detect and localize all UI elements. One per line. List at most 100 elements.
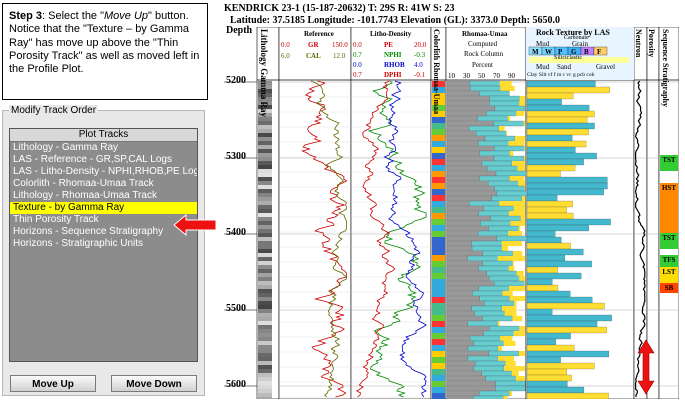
plot-track-item[interactable]: Lithology - Gamma Ray: [10, 142, 197, 154]
step-label: Step 3: [9, 10, 43, 22]
rock-column-segment: [478, 285, 509, 292]
rock-column-segment: [446, 320, 468, 327]
plot-track-item[interactable]: Lithology - Rhomaa-Umaa Track: [10, 190, 197, 202]
rock-column-segment: [482, 260, 513, 267]
plot-track-item[interactable]: Horizons - Sequence Stratigraphy: [10, 226, 197, 238]
modify-track-order-panel: Modify Track Order Plot Tracks Lithology…: [2, 105, 205, 396]
rock-texture-bar: [526, 182, 608, 190]
colorlith-cell: [432, 351, 445, 357]
rock-column-segment: [513, 331, 525, 336]
depth-label: 5200: [226, 75, 246, 86]
lithology-cell: [258, 345, 272, 349]
rock-column-segment: [479, 150, 510, 157]
rock-column-segment: [504, 311, 517, 316]
rock-texture-bar: [526, 92, 574, 100]
rock-column-segment: [487, 180, 519, 187]
colorlith-cell: [432, 345, 445, 351]
lithology-cell: [258, 281, 272, 285]
lithology-cell: [258, 277, 272, 281]
colorlith-cell: [432, 369, 445, 375]
rock-column-segment: [505, 361, 516, 366]
rock-column-segment: [524, 281, 525, 286]
rock-column-segment: [478, 210, 509, 217]
colorlith-cell: [432, 291, 445, 297]
rock-column-segment: [446, 365, 475, 372]
plot-track-item[interactable]: Horizons - Stratigraphic Units: [10, 238, 197, 250]
well-location: Latitude: 37.5185 Longitude: -101.7743 E…: [230, 15, 560, 26]
rock-column-segment: [446, 190, 497, 197]
lithology-cell: [258, 329, 272, 333]
lithology-cell: [258, 141, 272, 145]
plot-track-item[interactable]: Thin Porosity Track: [10, 214, 197, 226]
rock-texture-bar: [526, 266, 558, 274]
rock-column-segment: [473, 395, 504, 399]
callout-text-1: : Select the ": [42, 10, 105, 22]
rock-column-segment: [446, 325, 490, 332]
plot-tracks-list[interactable]: Plot Tracks Lithology - Gamma Ray LAS - R…: [9, 128, 198, 362]
rock-column-segment: [519, 326, 525, 331]
litho-density-min: 0.0: [353, 61, 362, 69]
rock-column-segment: [446, 160, 483, 167]
lithology-cell: [258, 393, 272, 397]
rock-column-segment: [446, 355, 468, 362]
rock-column-segment: [446, 120, 494, 127]
colorlith-cell: [432, 357, 445, 363]
rock-column-segment: [488, 225, 519, 232]
rock-column-segment: [446, 170, 497, 177]
rock-column-segment: [446, 185, 495, 192]
rock-column-segment: [446, 195, 492, 202]
gr-max: 150.0: [332, 41, 348, 49]
rock-column-segment: [518, 226, 521, 231]
lithology-cell: [258, 249, 272, 253]
siliciclastic-label: Siliciclastic: [554, 55, 582, 61]
rock-texture-bar: [526, 200, 573, 208]
rock-column-segment: [519, 276, 525, 281]
rock-column-segment: [508, 231, 523, 236]
litho-density-max: -0.3: [414, 51, 426, 59]
lithology-cell: [258, 197, 272, 201]
lithology-cell: [258, 169, 272, 173]
lithology-cell: [258, 125, 272, 129]
rock-texture-bar: [526, 164, 576, 172]
colorlith-cell: [432, 183, 445, 189]
plot-track-item[interactable]: LAS - Litho-Density - NPHI,RHOB,PE Logs: [10, 166, 197, 178]
rock-column-segment: [478, 265, 509, 272]
rock-texture-bar: [526, 86, 610, 94]
sequence-track-title: Sequence Stratigraphy: [661, 29, 670, 107]
rock-texture-bar: [526, 314, 612, 322]
rock-texture-bar: [526, 140, 587, 148]
rock-column-segment: [495, 380, 526, 387]
rock-column-segment: [446, 350, 489, 357]
lithology-cell: [258, 145, 272, 149]
rock-column-segment: [446, 230, 479, 237]
rock-column-segment: [501, 241, 522, 246]
litho-density-min: 0.7: [353, 51, 362, 59]
rock-column-segment: [474, 310, 505, 317]
lithology-cell: [258, 133, 272, 137]
callout-move-up-text: Move Up: [104, 10, 149, 22]
colorlith-cell: [432, 255, 445, 261]
rock-column-segment: [479, 390, 510, 397]
rock-column-segment: [446, 225, 489, 232]
move-up-button[interactable]: Move Up: [10, 375, 96, 392]
rhomaa-line4: Percent: [472, 61, 493, 69]
porosity-track-title: Porosity: [647, 29, 656, 58]
plot-track-item[interactable]: Colorlith - Rhomaa-Umaa Track: [10, 178, 197, 190]
rock-texture-bar: [526, 248, 584, 256]
rock-texture-bar: [526, 338, 556, 346]
move-down-button[interactable]: Move Down: [111, 375, 197, 392]
rock-column-segment: [491, 195, 522, 202]
rock-column-segment: [446, 110, 487, 117]
rock-texture-bar: [526, 110, 595, 118]
plot-track-item[interactable]: Texture - by Gamma Ray: [10, 202, 197, 214]
lithology-cell: [258, 241, 272, 245]
cal-min: 6.0: [281, 52, 290, 60]
rock-column-segment: [508, 286, 525, 291]
rock-column-segment: [468, 125, 500, 132]
lithology-cell: [258, 217, 272, 221]
plot-track-item[interactable]: LAS - Reference - GR,SP,CAL Logs: [10, 154, 197, 166]
rock-texture-bar: [526, 254, 566, 262]
cal-name: CAL: [306, 52, 321, 60]
rock-column-segment: [446, 180, 489, 187]
rock-column-segment: [446, 215, 491, 222]
